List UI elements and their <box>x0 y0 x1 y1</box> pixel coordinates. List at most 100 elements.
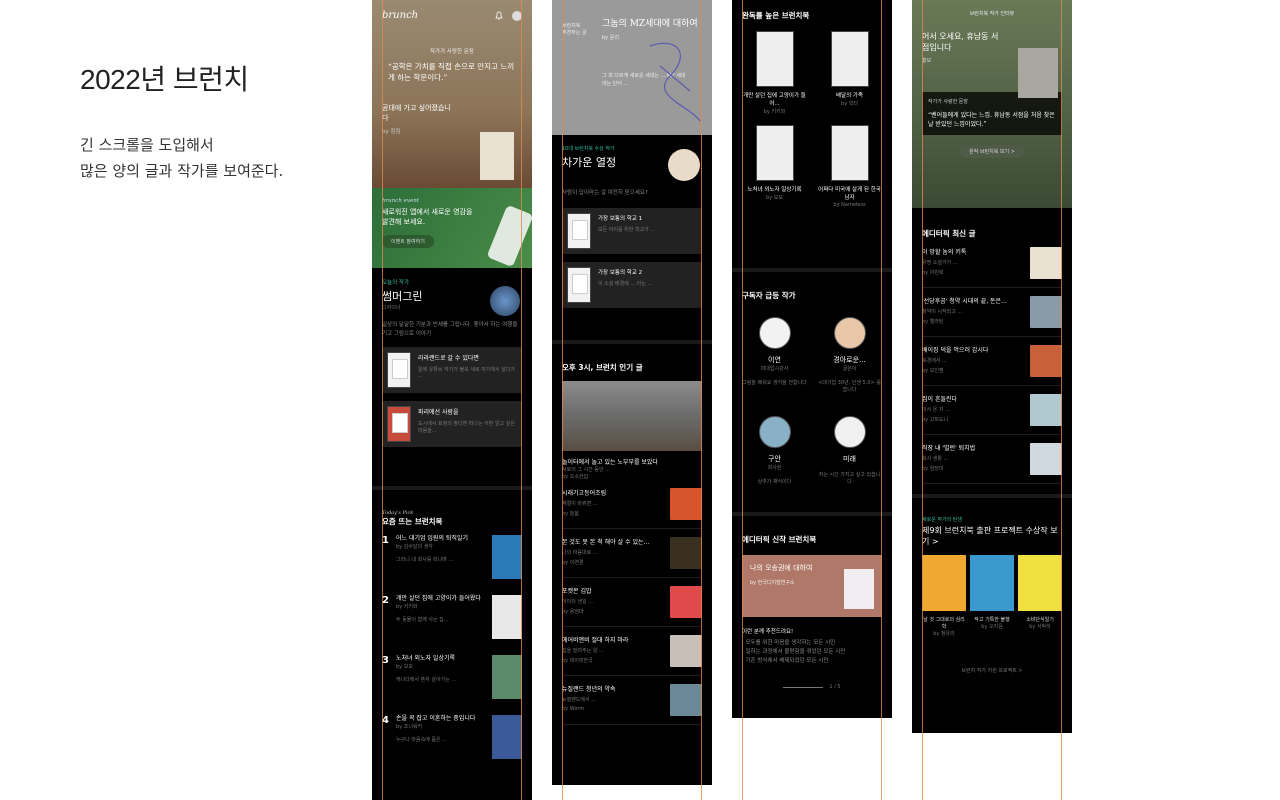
writer-card[interactable]: 이연 미대입시강사 그림을 배워요 생각을 전합니다 <box>742 311 807 400</box>
screen-home-4: 브런치북 작가 인터뷰 어서 오세요, 휴남동 서점입니다 황보 작가가 사랑한… <box>912 0 1072 733</box>
award-card-2[interactable]: 가장 보통의 학교 2 이 소설 배경에 ... 라는 ... <box>562 262 702 308</box>
completion-book[interactable]: 어쩌다 미국에 살게 된 한국 남자 by Nameless <box>817 125 882 208</box>
brunch-logo[interactable]: brunch <box>382 10 418 21</box>
today-card-1[interactable]: 라라랜드로 갈 수 있다면 일에 유튜브 작가가 불쑥 새로 여기에서 살다가 .… <box>382 347 522 393</box>
completion-book[interactable]: 개만 살던 집에 고양이가 들어... by 키키와 <box>742 31 807 115</box>
pager-bar <box>783 686 824 688</box>
writer-avatar[interactable] <box>833 317 866 349</box>
recommend-line: · 일하는 과정에서 불편함을 겪었던 모든 시민 <box>742 649 846 655</box>
popular-item-desc: 계절이 바뀌면 ... <box>562 501 598 507</box>
pick-desc: 누구나 마음속에 품은 ... <box>396 737 447 743</box>
writer-job: 글쓴이 <box>842 366 857 372</box>
hero-banner[interactable]: brunch 작가가 사랑한 문장 “공학은 가치를 직접 손으로 만지고 느끼… <box>372 0 532 188</box>
bell-icon[interactable] <box>494 11 504 21</box>
popular-item-desc: 집을 빌려주는 일 ... <box>562 648 604 654</box>
popular-item[interactable]: 시래기고등어조림 계절이 바뀌면 ... by 늘봄 <box>562 480 702 529</box>
pick-item[interactable]: 1 어느 대기업 임원의 퇴직일기 by 김수달의 생각 그러니 내 회사를 떠나며 … <box>382 527 522 587</box>
writer-avatar[interactable] <box>758 317 791 349</box>
latest-item[interactable]: 이 망할 놈의 키톡 유명 소설가가 ... by 이민희 <box>922 239 1062 288</box>
award-book[interactable]: 소비단식일기 by 서박하 <box>1018 555 1062 637</box>
pick-rank: 1 <box>382 535 389 546</box>
today-writer: 오늘의 작가 썸머그린 디자이너 일상의 달달한 기분과 빈세를 그립니다. 좋… <box>372 268 532 486</box>
popular-text: 본 것도 못 본 척 해야 살 수 있는... 나의 마음대로 ... by 이연경 <box>562 537 664 569</box>
award-book-title: 소비단식일기 <box>1026 617 1054 623</box>
writer-desc: <대기업 30년, 인생 5.0> 를 씁니다 <box>818 380 881 393</box>
writer-card[interactable]: 구안 회사원 상추가 채식이다 <box>742 410 807 492</box>
award-question: 사람이 답이라는 걸 여전히 믿으세요? <box>562 190 648 196</box>
award-title[interactable]: 제9회 브런치북 출판 프로젝트 수상작 보기 > <box>922 525 1062 547</box>
event-button[interactable]: 이벤트 참여하기 <box>382 235 434 248</box>
book-cover <box>388 353 410 387</box>
writer-avatar[interactable] <box>833 416 866 448</box>
new-book-banner[interactable]: 나의 오송권에 대하여 by 한국디지털연구소 <box>742 555 882 617</box>
latest-text: '선당후곰' 청약 시대의 끝, 돈은... 청약이 시작되고 ... by 엘라틴 <box>922 296 1024 328</box>
pick-by: by 조니워커 <box>396 724 423 730</box>
award-book[interactable]: 작고 기특한 불행 by 오지윤 <box>970 555 1014 637</box>
popular-item-title: 뉴질랜드 청년의 약속 <box>562 686 616 693</box>
latest-item[interactable]: '선당후곰' 청약 시대의 끝, 돈은... 청약이 시작되고 ... by 엘라틴 <box>922 288 1062 337</box>
book-cover <box>755 31 794 87</box>
popular-item[interactable]: 포켓몬 김밥 아이의 생일 ... by 용엄마 <box>562 578 702 627</box>
writer-desc: 상추가 채식이다 <box>757 479 792 485</box>
pick-rank: 2 <box>382 595 389 606</box>
writer-desc: 자는 시간 가지고 싶고 있습니다 <box>818 472 881 485</box>
pick-desc: 그러니 내 회사를 떠나며 ... <box>396 557 454 563</box>
quote-text: “벤어들에게 있다는 느낌. 휴남동 서점을 처음 찾은 날 받았던 느낌이었다… <box>928 112 1055 128</box>
card-title: 가장 보통의 학교 1 <box>598 216 643 222</box>
popular-thumb <box>670 684 702 716</box>
award-writer: 10대 브런치북 수상 작가 차가운 열정 사람이 답이라는 걸 여전히 믿으세… <box>552 135 712 340</box>
pick-item[interactable]: 2 개만 살던 집에 고양이가 들어왔다 by 키키와 두 동물이 함께 사는 집..… <box>382 587 522 647</box>
hero-book-cover <box>480 132 514 180</box>
today-desc: 일상의 달달한 기분과 빈세를 그립니다. 좋아서 하는 여행을 기고 그림으로… <box>382 322 518 337</box>
popular-item[interactable]: 뉴질랜드 청년의 약속 뉴질랜드에서 ... by Worm <box>562 676 702 725</box>
todays-pick: Today's Pick 요즘 뜨는 브런치북 1 어느 대기업 임원의 퇴직일기… <box>372 490 532 777</box>
latest-item-by: by 고트도니 <box>922 417 949 423</box>
completion-book[interactable]: 배달의 가족 by 빅터 <box>817 31 882 115</box>
writer-card[interactable]: 미래 자는 시간 가지고 싶고 있습니다 <box>817 410 882 492</box>
pick-text: 어느 대기업 임원의 퇴직일기 by 김수달의 생각 그러니 내 회사를 떠나며 .… <box>396 535 486 579</box>
latest-thumb <box>1030 345 1062 377</box>
award-book[interactable]: 날 것 그대로의 심리학 by 정유리 <box>922 555 966 637</box>
completion-book[interactable]: 노처녀 외노자 일상기록 by 모모 <box>742 125 807 208</box>
popular-main-title[interactable]: 놀이터에서 놀고 있는 노부부를 보았다 <box>562 457 702 466</box>
pick-item[interactable]: 4 손을 꼭 잡고 이혼하는 중입니다 by 조니워커 누구나 마음속에 품은 ... <box>382 707 522 767</box>
latest-item-title: 집이 흔들린다 <box>922 396 958 403</box>
today-card-2[interactable]: 파리에선 사람을 도시에서 표정의 참다면 떠나는 어떤 알고 싶은 마음을... <box>382 401 522 447</box>
quote-tag: 작가가 사랑한 문장 <box>928 99 968 105</box>
hero-sub: 공대에 가고 싶어졌습니다 <box>382 104 451 122</box>
latest-item-title: 베이징 덕을 먹으러 갑시다 <box>922 347 989 354</box>
award-avatar[interactable] <box>668 149 700 181</box>
interview-banner[interactable]: 브런치북 작가 인터뷰 어서 오세요, 휴남동 서점입니다 황보 작가가 사랑한… <box>912 0 1072 208</box>
latest-item[interactable]: 베이징 덕을 먹으러 갑시다 북경에서 ... by 모인젬 <box>922 337 1062 386</box>
handwriting-decoration <box>649 42 701 122</box>
book-by: by 키키와 <box>763 109 786 115</box>
intro-desc: 긴 스크롤을 도입해서 많은 양의 글과 작가를 보여준다. <box>80 132 283 184</box>
pick-item[interactable]: 3 노처녀 외노자 일상기록 by 모모 캐나다에서 혼자 살아가는 ... <box>382 647 522 707</box>
popular-text: 포켓몬 김밥 아이의 생일 ... by 용엄마 <box>562 586 664 618</box>
footer-link[interactable]: 브런치 작가 지원 프로젝트 > <box>922 667 1062 674</box>
latest-item[interactable]: 직장 내 '빌런' 퇴치법 회사 생활 ... by 임당미 <box>922 435 1062 484</box>
popular-main-image[interactable] <box>562 381 702 451</box>
popular-item[interactable]: 본 것도 못 본 척 해야 살 수 있는... 나의 마음대로 ... by 이연경 <box>562 529 702 578</box>
latest-item-by: by 모인젬 <box>922 368 944 374</box>
award-book-by: by 서박하 <box>1029 624 1051 630</box>
interview-tag: 브런치북 작가 인터뷰 <box>969 11 1015 17</box>
card-desc: 모든 아이를 위한 학교가 ... <box>598 227 656 233</box>
popular-item-desc: 나의 마음대로 ... <box>562 550 598 556</box>
hero-mz[interactable]: 브런치북 추천하는 글 그놈의 MZ세대에 대하여 by 윤리 그 회 다르게 … <box>552 0 712 135</box>
event-banner[interactable]: brunch event 새로워진 앱에서 새로운 영감을 발견해 보세요. 이… <box>372 188 532 268</box>
book-cover <box>568 268 590 302</box>
quote-button[interactable]: 원작 브런치북 보기 > <box>960 145 1024 158</box>
today-avatar[interactable] <box>490 286 520 316</box>
latest-text: 이 망할 놈의 키톡 유명 소설가가 ... by 이민희 <box>922 247 1024 279</box>
screen-home-3: 완독률 높은 브런치북 개만 살던 집에 고양이가 들어... by 키키와 배달의… <box>732 0 892 718</box>
popular-item[interactable]: 에어비앤비 절대 하지 마라 집을 빌려주는 일 ... by 데이빗한국 <box>562 627 702 676</box>
award-card-1[interactable]: 가장 보통의 학교 1 모든 아이를 위한 학교가 ... <box>562 208 702 254</box>
writer-avatar[interactable] <box>758 416 791 448</box>
writer-card[interactable]: 경아로운... 글쓴이 <대기업 30년, 인생 5.0> 를 씁니다 <box>817 311 882 400</box>
pick-by: by 모모 <box>396 664 413 670</box>
completion-title: 완독률 높은 브런치북 <box>742 11 810 20</box>
pick-cover <box>492 715 522 759</box>
event-tag: brunch event <box>382 198 419 204</box>
latest-item[interactable]: 집이 흔들린다 이사 온 지 ... by 고트도니 <box>922 386 1062 435</box>
